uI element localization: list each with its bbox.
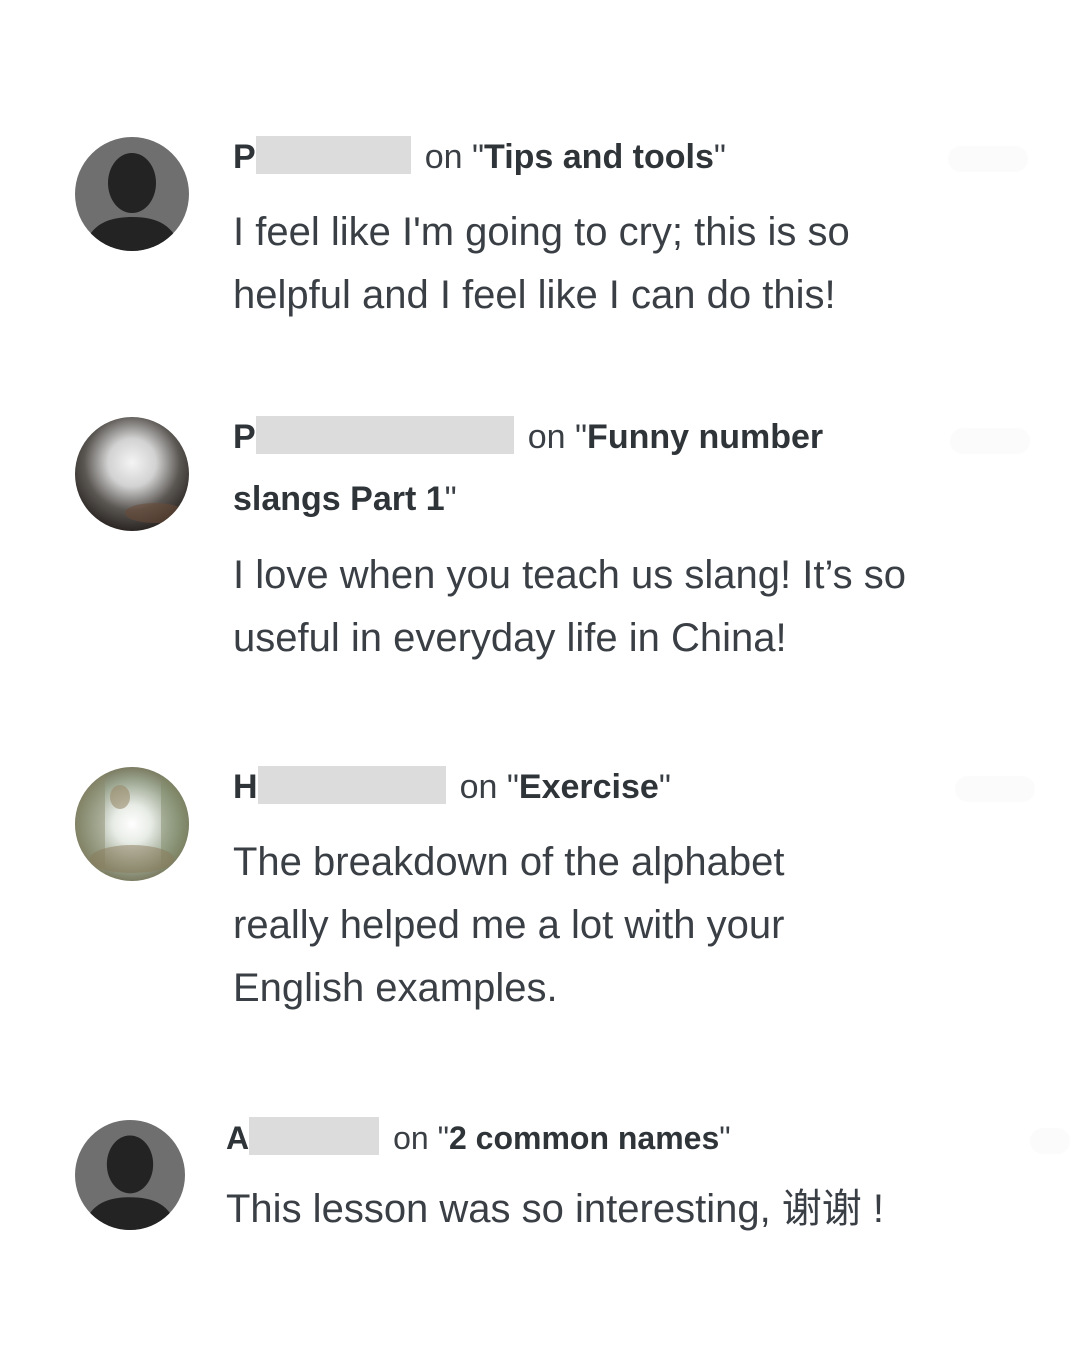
- timestamp-placeholder: [948, 146, 1028, 172]
- photo-avatar-outdoor: [75, 767, 189, 881]
- comment-meta: Hon "Exercise": [233, 756, 671, 818]
- comment-text: The breakdown of the alphabet really hel…: [233, 840, 785, 1010]
- timestamp-placeholder: [950, 428, 1030, 454]
- lesson-link[interactable]: Exercise: [519, 768, 659, 806]
- author-initial[interactable]: H: [233, 768, 258, 806]
- author-initial[interactable]: P: [233, 418, 256, 456]
- user-avatar[interactable]: [75, 137, 189, 251]
- lesson-link-continued[interactable]: slangs Part 1": [233, 468, 457, 530]
- quote-open: ": [471, 138, 485, 176]
- default-person-icon: [75, 1120, 185, 1230]
- quote-close: ": [658, 768, 671, 806]
- quote-open: ": [437, 1120, 449, 1156]
- comment-text: I love when you teach us slang! It’s so …: [233, 553, 906, 660]
- photo-avatar-blurred: [75, 417, 189, 531]
- comment-meta: Pon "Tips and tools": [233, 126, 726, 188]
- on-label: on: [393, 1120, 429, 1156]
- quote-close: ": [719, 1120, 731, 1156]
- author-initial[interactable]: A: [226, 1120, 249, 1156]
- redacted-name: [249, 1117, 380, 1155]
- lesson-title-line2[interactable]: slangs Part 1: [233, 480, 445, 518]
- timestamp-placeholder: [955, 776, 1035, 802]
- quote-close: ": [444, 480, 457, 518]
- on-label: on: [459, 768, 498, 806]
- author-initial[interactable]: P: [233, 138, 256, 176]
- comment-meta: Aon "2 common names": [226, 1107, 731, 1169]
- lesson-link[interactable]: 2 common names: [449, 1120, 719, 1156]
- comment-text: This lesson was so interesting, 谢谢 !: [226, 1187, 885, 1231]
- quote-open: ": [574, 418, 588, 456]
- timestamp-placeholder: [1030, 1128, 1070, 1154]
- quote-open: ": [506, 768, 519, 806]
- on-label: on: [424, 138, 463, 176]
- on-label: on: [527, 418, 566, 456]
- lesson-link[interactable]: Funny number: [587, 418, 823, 456]
- default-person-icon: [75, 137, 189, 251]
- lesson-link[interactable]: Tips and tools: [484, 138, 714, 176]
- comment-meta: Pon "Funny number: [233, 406, 823, 468]
- user-avatar[interactable]: [75, 1120, 185, 1230]
- comment-text: I feel like I'm going to cry; this is so…: [233, 210, 850, 317]
- user-avatar[interactable]: [75, 767, 189, 881]
- user-avatar[interactable]: [75, 417, 189, 531]
- quote-close: ": [713, 138, 726, 176]
- redacted-name: [257, 766, 446, 804]
- redacted-name: [255, 416, 514, 454]
- redacted-name: [255, 136, 411, 174]
